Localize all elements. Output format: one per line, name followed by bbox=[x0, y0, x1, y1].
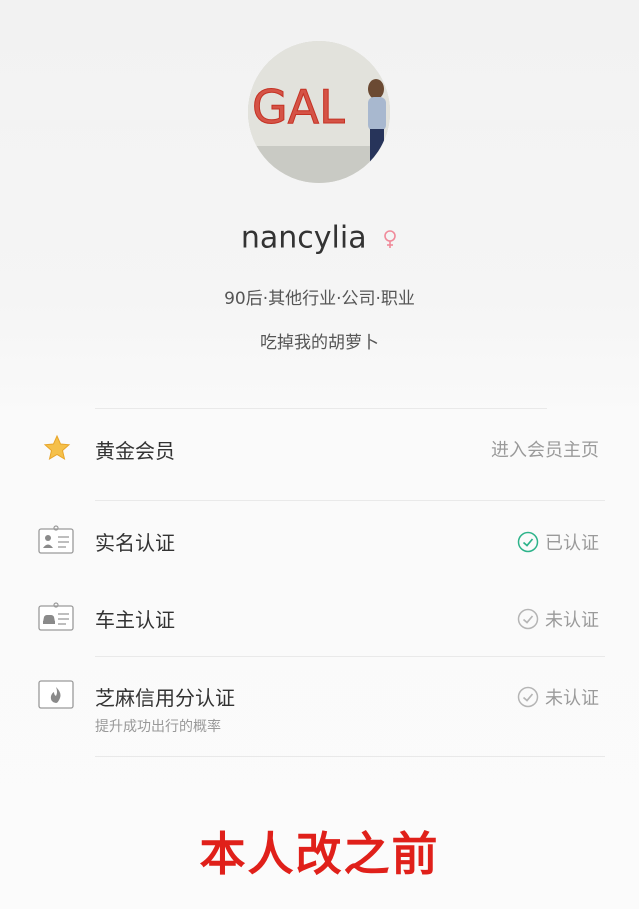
avatar-graffiti-text: GAL bbox=[252, 80, 345, 134]
profile-signature: 吃掉我的胡萝卜 bbox=[260, 333, 379, 353]
divider bbox=[95, 656, 605, 657]
profile-tagline: 90后·其他行业·公司·职业 bbox=[224, 289, 415, 309]
real-name-verification-label: 实名认证 bbox=[95, 531, 175, 555]
divider bbox=[95, 500, 605, 501]
car-owner-card-icon bbox=[38, 602, 74, 631]
gold-member-row[interactable]: 黄金会员 进入会员主页 bbox=[0, 420, 639, 480]
sesame-credit-label: 芝麻信用分认证 bbox=[95, 686, 235, 710]
divider bbox=[95, 408, 547, 409]
real-name-status-text: 已认证 bbox=[545, 533, 599, 554]
avatar-image: GAL bbox=[248, 41, 390, 183]
sesame-credit-status: 未认证 bbox=[517, 684, 599, 710]
avatar[interactable]: GAL bbox=[248, 41, 390, 183]
divider bbox=[95, 756, 605, 757]
car-owner-status-text: 未认证 bbox=[545, 610, 599, 631]
enter-member-home-link[interactable]: 进入会员主页 bbox=[491, 436, 599, 462]
enter-member-home-text: 进入会员主页 bbox=[491, 440, 599, 461]
username: nancylia bbox=[240, 220, 367, 256]
car-owner-status: 未认证 bbox=[517, 606, 599, 632]
caption-annotation: 本人改之前 bbox=[199, 827, 440, 881]
check-circle-outline-icon bbox=[517, 608, 539, 630]
username-row: nancylia bbox=[0, 216, 639, 261]
gold-member-label: 黄金会员 bbox=[95, 439, 175, 463]
check-circle-outline-icon bbox=[517, 686, 539, 708]
real-name-verification-row[interactable]: 实名认证 已认证 bbox=[0, 515, 639, 571]
sesame-credit-icon bbox=[38, 680, 74, 709]
id-card-icon bbox=[38, 525, 74, 554]
sesame-credit-subtext: 提升成功出行的概率 bbox=[95, 719, 221, 735]
car-owner-verification-label: 车主认证 bbox=[95, 608, 175, 632]
real-name-status: 已认证 bbox=[517, 529, 599, 555]
car-owner-verification-row[interactable]: 车主认证 未认证 bbox=[0, 592, 639, 648]
star-icon bbox=[43, 434, 71, 461]
check-circle-icon bbox=[517, 531, 539, 553]
sesame-credit-verification-row[interactable]: 芝麻信用分认证 提升成功出行的概率 未认证 bbox=[0, 670, 639, 744]
female-icon bbox=[384, 229, 396, 248]
profile-page: GAL nancylia 90后·其他行业·公司·职业 吃掉我的胡萝卜 黄金会员… bbox=[0, 0, 639, 909]
sesame-credit-status-text: 未认证 bbox=[545, 688, 599, 709]
